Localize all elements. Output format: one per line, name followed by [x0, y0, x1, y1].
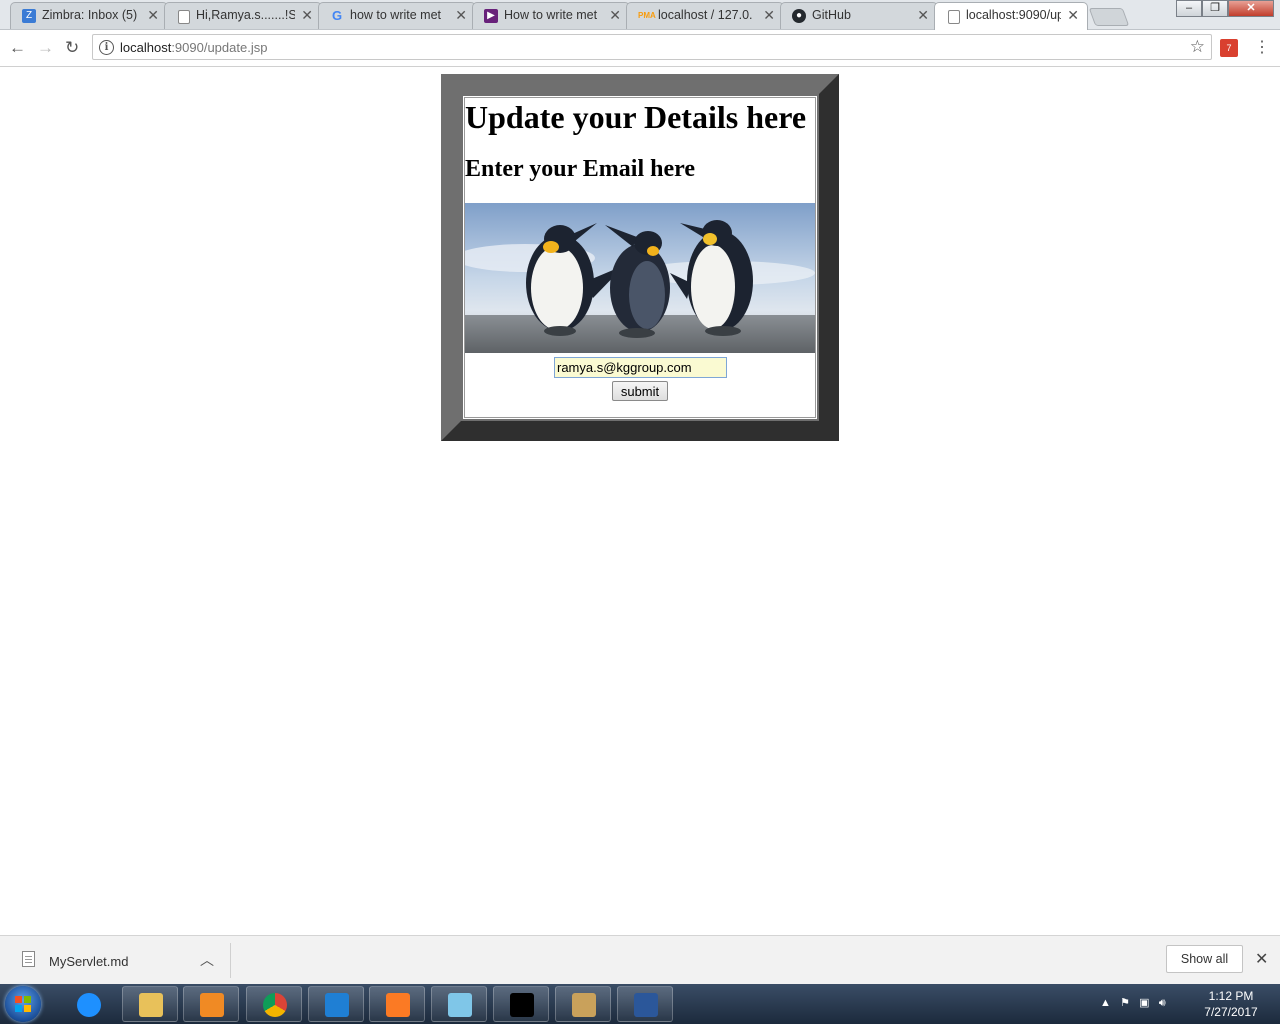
visual-studio-code-icon [325, 993, 349, 1017]
tab-title: Hi,Ramya.s.......!Se [196, 8, 295, 22]
taskbar-app-button[interactable] [122, 986, 178, 1022]
xampp-icon [386, 993, 410, 1017]
document-icon [178, 10, 190, 24]
close-icon[interactable]: ✕ [147, 7, 159, 24]
chrome-icon [263, 993, 287, 1017]
clock-time: 1:12 PM [1208, 989, 1254, 1003]
download-file-name[interactable]: MyServlet.md [49, 954, 128, 969]
penguins-illustration [465, 203, 815, 353]
extension-badge: 7 [1226, 43, 1232, 53]
submit-button[interactable]: submit [612, 381, 668, 401]
browser-toolbar: ← → ↻ i localhost:9090/update.jsp ☆ 7 ⋮ [0, 30, 1280, 67]
notepad-icon [448, 993, 472, 1017]
taskbar-app-button[interactable] [369, 986, 425, 1022]
taskbar-app-button[interactable] [493, 986, 549, 1022]
download-separator [230, 943, 231, 978]
bookmark-star-icon[interactable]: ☆ [1190, 37, 1205, 57]
tab-visual-studio[interactable]: ▶ How to write met ✕ [472, 2, 630, 29]
penguins-photo [465, 203, 815, 353]
file-icon [22, 951, 35, 967]
tab-strip: Z Zimbra: Inbox (5) ✕ Hi,Ramya.s.......!… [0, 0, 1280, 30]
taskbar-app-button[interactable] [431, 986, 487, 1022]
close-icon[interactable]: ✕ [1067, 7, 1079, 24]
address-bar[interactable]: i localhost:9090/update.jsp ☆ [92, 34, 1212, 60]
volume-icon[interactable]: 🔊︎ [1159, 997, 1166, 1009]
extension-icon[interactable]: 7 [1220, 39, 1238, 57]
url-host: localhost [120, 40, 172, 55]
file-explorer-icon [139, 993, 163, 1017]
close-icon[interactable]: ✕ [609, 7, 621, 24]
taskbar-app-button[interactable] [308, 986, 364, 1022]
media-player-icon [200, 993, 224, 1017]
taskbar-app-button[interactable] [555, 986, 611, 1022]
show-all-button[interactable]: Show all [1166, 945, 1243, 973]
reload-icon[interactable]: ↻ [65, 38, 79, 58]
url-path: :9090/update.jsp [171, 40, 268, 55]
taskbar-app-button[interactable] [60, 986, 116, 1022]
update-details-panel: Update your Details here Enter your Emai… [441, 74, 839, 441]
email-prompt: Enter your Email here [465, 156, 695, 182]
close-icon[interactable]: ✕ [917, 7, 929, 24]
tab-google-search[interactable]: G how to write met ✕ [318, 2, 476, 29]
chevron-up-icon[interactable]: ︿ [200, 950, 214, 970]
start-button[interactable] [5, 986, 41, 1022]
word-icon [634, 993, 658, 1017]
tab-title: GitHub [812, 8, 851, 22]
url-text: localhost:9090/update.jsp [120, 40, 267, 55]
info-icon[interactable]: i [99, 40, 114, 55]
email-input[interactable] [554, 357, 727, 378]
tab-github[interactable]: ● GitHub ✕ [780, 2, 938, 29]
taskbar-app-button[interactable] [246, 986, 302, 1022]
windows-taskbar: ▲ ⚑ ▣ 🔊︎ 1:12 PM 7/27/2017 [0, 984, 1280, 1024]
tab-phpmyadmin[interactable]: PMA localhost / 127.0. ✕ [626, 2, 784, 29]
close-icon[interactable]: ✕ [301, 7, 313, 24]
zimbra-icon: Z [22, 9, 36, 23]
tab-title: How to write met [504, 8, 598, 22]
close-icon[interactable]: ✕ [763, 7, 775, 24]
paint-icon [572, 993, 596, 1017]
internet-explorer-icon [77, 993, 101, 1017]
panel-inner: Update your Details here Enter your Emai… [461, 94, 819, 421]
network-icon[interactable]: ▣ [1139, 997, 1149, 1009]
system-tray: ▲ ⚑ ▣ 🔊︎ [1100, 996, 1166, 1010]
clock-date: 7/27/2017 [1204, 1005, 1258, 1019]
tab-title: localhost / 127.0. [658, 8, 753, 22]
back-arrow-icon[interactable]: ← [9, 38, 26, 58]
command-prompt-icon [510, 993, 534, 1017]
tab-title: how to write met [350, 8, 442, 22]
window-controls: ‒ ❐ ✕ [1176, 0, 1274, 18]
restore-icon[interactable]: ❐ [1202, 0, 1228, 17]
window-close-icon[interactable]: ✕ [1228, 0, 1274, 17]
tab-title: Zimbra: Inbox (5) [42, 8, 138, 22]
taskbar-app-button[interactable] [183, 986, 239, 1022]
new-tab-button[interactable] [1088, 8, 1130, 26]
close-icon[interactable]: ✕ [1255, 949, 1268, 969]
forward-arrow-icon[interactable]: → [37, 38, 54, 58]
tab-update-jsp[interactable]: localhost:9090/up ✕ [934, 2, 1088, 30]
chrome-menu-icon[interactable]: ⋮ [1254, 37, 1270, 57]
close-icon[interactable]: ✕ [455, 7, 467, 24]
system-clock[interactable]: 1:12 PM 7/27/2017 [1190, 988, 1272, 1020]
minimize-icon[interactable]: ‒ [1176, 0, 1202, 17]
tab-zimbra[interactable]: Z Zimbra: Inbox (5) ✕ [10, 2, 168, 29]
tab-title: localhost:9090/up [966, 8, 1061, 22]
phpmyadmin-icon: PMA [638, 11, 656, 20]
download-bar: MyServlet.md ︿ Show all ✕ [0, 935, 1280, 985]
windows-logo-icon [15, 996, 31, 1012]
visual-studio-icon: ▶ [484, 9, 498, 23]
document-icon [948, 10, 960, 24]
tab-hi-ramya[interactable]: Hi,Ramya.s.......!Se ✕ [164, 2, 322, 29]
taskbar-app-button[interactable] [617, 986, 673, 1022]
page-title: Update your Details here [465, 99, 807, 135]
google-icon: G [331, 8, 343, 23]
show-hidden-icons-icon[interactable]: ▲ [1100, 997, 1111, 1009]
action-center-flag-icon[interactable]: ⚑ [1120, 997, 1130, 1009]
github-icon: ● [792, 9, 806, 23]
